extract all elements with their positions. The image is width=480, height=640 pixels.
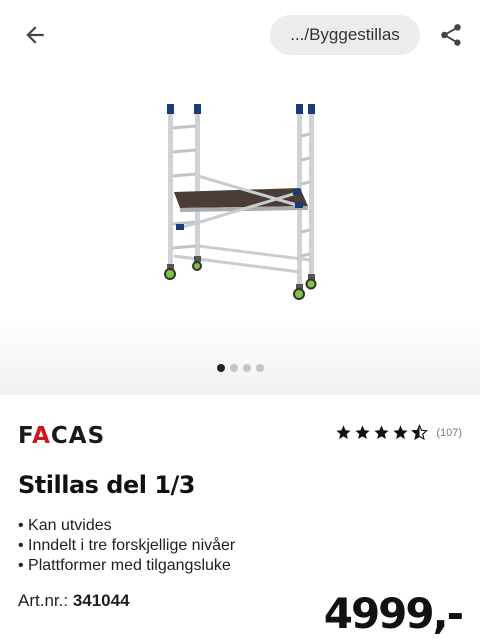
top-bar: .../Byggestillas xyxy=(0,0,480,70)
feature-item: Inndelt i tre forskjellige nivåer xyxy=(18,536,235,556)
article-number-label: Art.nr.: xyxy=(18,591,69,610)
feature-list: Kan utvides Inndelt i tre forskjellige n… xyxy=(18,516,235,576)
back-button[interactable] xyxy=(18,18,52,52)
star-full-icon xyxy=(393,425,408,440)
carousel-dot[interactable] xyxy=(216,364,225,372)
feature-item: Kan utvides xyxy=(18,516,235,536)
review-count: (107) xyxy=(436,426,462,439)
feature-item: Plattformer med tilgangsluke xyxy=(18,556,235,576)
product-title: Stillas del 1/3 xyxy=(18,471,195,499)
arrow-left-icon xyxy=(26,26,44,44)
share-icon xyxy=(441,24,461,46)
product-gallery[interactable] xyxy=(0,70,480,395)
product-image[interactable] xyxy=(150,96,325,311)
carousel-dot[interactable] xyxy=(229,364,238,372)
star-full-icon xyxy=(374,425,389,440)
star-half-icon xyxy=(411,424,429,441)
breadcrumb-pill[interactable]: .../Byggestillas xyxy=(270,15,420,55)
article-number-value: 341044 xyxy=(72,591,130,610)
rating[interactable]: (107) xyxy=(335,424,462,441)
share-button[interactable] xyxy=(434,18,468,52)
price: 4999,- xyxy=(323,589,464,638)
rating-stars xyxy=(335,424,429,441)
star-full-icon xyxy=(336,425,351,440)
carousel-dot[interactable] xyxy=(242,364,251,372)
brand-logo[interactable]: FACAS xyxy=(18,423,105,449)
brand-rating-row: FACAS (107) xyxy=(18,418,462,452)
article-number: Art.nr.: 341044 xyxy=(18,591,130,611)
star-full-icon xyxy=(355,425,370,440)
carousel-dots xyxy=(0,364,480,372)
carousel-dot[interactable] xyxy=(255,364,264,372)
